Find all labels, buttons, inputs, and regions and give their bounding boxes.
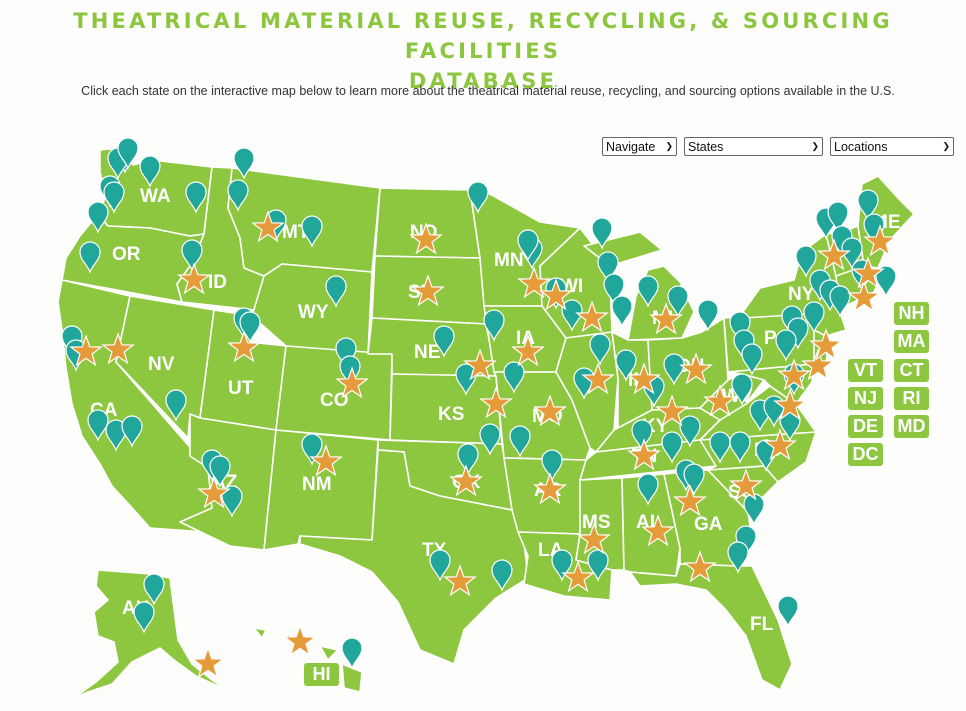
state-label-ny: NY — [788, 284, 815, 305]
state-label-fl: FL — [750, 614, 774, 635]
state-label-ga: GA — [694, 514, 723, 535]
state-label-ks: KS — [438, 404, 464, 425]
state-label-wa: WA — [140, 186, 171, 207]
us-map: WA OR CA ID NV UT AZ MT WY CO NM ND SD N… — [57, 137, 915, 699]
state-label-ut: UT — [228, 378, 254, 399]
state-label-nv: NV — [148, 354, 175, 375]
state-badge-nh[interactable]: NH — [894, 302, 929, 325]
state-badge-ri[interactable]: RI — [894, 387, 929, 410]
state-label-wy: WY — [298, 302, 329, 323]
state-badge-hi[interactable]: HI — [304, 663, 339, 686]
state-label-or: OR — [112, 244, 141, 265]
state-badge-vt[interactable]: VT — [848, 359, 883, 382]
state-badge-dc[interactable]: DC — [848, 443, 883, 466]
state-label-nm: NM — [302, 474, 332, 495]
location-pin-icon[interactable] — [341, 637, 363, 669]
state-badge-ma[interactable]: MA — [894, 330, 929, 353]
location-pin-icon[interactable] — [611, 295, 633, 327]
state-badge-ct[interactable]: CT — [894, 359, 929, 382]
location-pin-icon[interactable] — [777, 595, 799, 627]
star-icon[interactable] — [284, 625, 316, 656]
state-badge-nj[interactable]: NJ — [848, 387, 883, 410]
state-badge-md[interactable]: MD — [894, 415, 929, 438]
state-label-ne: NE — [414, 342, 440, 363]
state-badge-de[interactable]: DE — [848, 415, 883, 438]
state-label-id: ID — [208, 272, 227, 293]
state-label-mn: MN — [494, 250, 524, 271]
